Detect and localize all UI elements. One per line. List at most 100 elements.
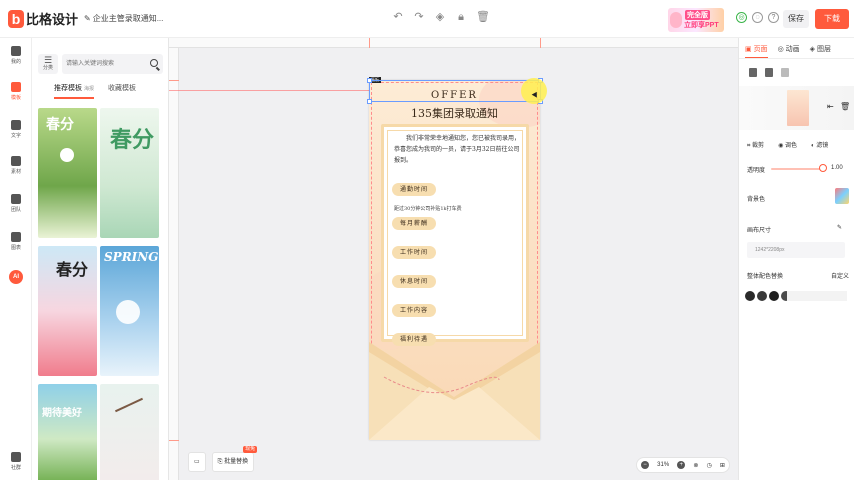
tab-favorites[interactable]: 收藏模板 bbox=[108, 83, 136, 99]
promo-banner[interactable]: 完全版 立即享PPT bbox=[668, 8, 724, 32]
delete-icon[interactable]: 🗑︎ bbox=[476, 11, 490, 23]
download-button[interactable]: 下载 bbox=[815, 9, 849, 29]
new-badge: 现免 bbox=[243, 446, 258, 453]
thumb-text: 春分 bbox=[56, 260, 89, 279]
color-adjust-button[interactable]: ◉ 调色 bbox=[778, 140, 797, 150]
tab-animation[interactable]: ◎ 动画 bbox=[778, 44, 800, 59]
offer-heading[interactable]: OFFER bbox=[369, 90, 540, 101]
rail-item-charts[interactable]: 图表 bbox=[0, 232, 32, 251]
rail-item-assets[interactable]: 素材 bbox=[0, 156, 32, 175]
document-title[interactable]: ✎ 企业主管录取通知... bbox=[84, 13, 163, 24]
tab-label: 动画 bbox=[785, 46, 800, 53]
app-logo[interactable]: b 比格设计 bbox=[8, 9, 78, 28]
text-icon bbox=[11, 120, 21, 130]
work-content-pill[interactable]: 工作内容 bbox=[392, 304, 437, 317]
crop-button[interactable]: ⌗ 裁剪 bbox=[747, 140, 764, 150]
color-swatch[interactable] bbox=[769, 291, 779, 301]
image-actions: ⌗ 裁剪 ◉ 调色 ◐ 滤镜 bbox=[747, 140, 828, 150]
rail-label: 图表 bbox=[10, 245, 21, 251]
template-icon bbox=[11, 82, 21, 92]
template-tabs: 推荐模板 海报 收藏模板 bbox=[54, 83, 136, 99]
delete-page-icon[interactable] bbox=[781, 68, 789, 77]
commute-pill[interactable]: 通勤时间 bbox=[392, 183, 437, 196]
template-thumb[interactable]: 春分 bbox=[100, 108, 159, 238]
color-swatch[interactable] bbox=[745, 291, 755, 301]
zoom-in-icon[interactable]: + bbox=[677, 461, 686, 469]
salary-pill[interactable]: 每月薪酬 bbox=[392, 217, 437, 230]
book-icon[interactable]: ▭ bbox=[188, 452, 206, 472]
background-label: 背景色 bbox=[747, 197, 766, 203]
ruler-top bbox=[169, 38, 738, 48]
fit-screen-icon[interactable]: ⊗ bbox=[693, 462, 698, 469]
ruler-marker bbox=[169, 80, 179, 81]
search-icon[interactable] bbox=[150, 59, 158, 67]
tab-label: 收藏模板 bbox=[107, 85, 136, 92]
guide-line bbox=[169, 90, 369, 91]
intro-paragraph[interactable]: 我们非常荣幸地通知您，您已被我司录用，恭喜您成为我司的一员，请于3月32日前往公… bbox=[394, 133, 522, 166]
thumb-text: SPRING bbox=[104, 250, 159, 264]
template-thumb[interactable] bbox=[100, 384, 159, 480]
trash-icon[interactable]: 🗑︎ bbox=[840, 102, 850, 111]
undo-icon[interactable]: ↶ bbox=[392, 11, 404, 23]
offer-card[interactable]: 我们非常荣幸地通知您，您已被我司录用，恭喜您成为我司的一员，请于3月32日前往公… bbox=[381, 124, 529, 346]
tab-layers[interactable]: ◈ 图层 bbox=[810, 44, 831, 59]
batch-replace-button[interactable]: ⎘ 批量替换 现免 bbox=[211, 446, 258, 472]
opacity-value[interactable]: 1.00 bbox=[831, 165, 843, 171]
logo-mark: b bbox=[8, 9, 24, 28]
rail-item-mine[interactable]: 我的 bbox=[0, 46, 32, 65]
poster-artboard[interactable]: OFFER 135集团录取通知 我们非常荣幸地通知您，您已被我司录用，恭喜您成为… bbox=[369, 80, 540, 440]
redo-icon[interactable]: ↷ bbox=[413, 11, 425, 23]
background-color-picker[interactable] bbox=[835, 188, 849, 204]
rest-time-pill[interactable]: 休息时间 bbox=[392, 275, 437, 288]
rail-item-templates[interactable]: 模板 bbox=[0, 82, 32, 101]
message-icon[interactable]: ◌ bbox=[752, 12, 763, 23]
properties-panel: ▣ 页面 ◎ 动画 ◈ 图层 ⇤ 🗑︎ ⌗ 裁剪 ◉ 调色 ◐ 滤镜 透明度 1… bbox=[738, 38, 854, 480]
edit-size-icon[interactable]: ✎ bbox=[837, 224, 842, 231]
zoom-out-icon[interactable]: − bbox=[641, 461, 650, 469]
zoom-bar: − 31% + ⊗ ◷ ⊞ bbox=[636, 457, 730, 473]
template-thumb[interactable]: 春分 bbox=[38, 246, 97, 376]
tab-recommended[interactable]: 推荐模板 海报 bbox=[54, 83, 94, 99]
tab-page[interactable]: ▣ 页面 bbox=[745, 44, 768, 59]
zoom-level[interactable]: 31% bbox=[657, 462, 669, 468]
rail-item-text[interactable]: 文字 bbox=[0, 120, 32, 139]
opacity-slider-handle[interactable] bbox=[819, 164, 827, 172]
opacity-slider[interactable] bbox=[771, 168, 821, 170]
rail-label: 文字 bbox=[10, 133, 21, 139]
new-page-icon[interactable] bbox=[749, 68, 757, 77]
help-icon[interactable]: ? bbox=[768, 12, 779, 23]
grid-icon[interactable]: ⊞ bbox=[720, 462, 725, 469]
template-thumb[interactable]: SPRING bbox=[100, 246, 159, 376]
copy-page-icon[interactable] bbox=[765, 68, 773, 77]
canvas-size-field[interactable]: 1242*2208px bbox=[747, 242, 845, 258]
sync-status-icon[interactable]: ◎ bbox=[736, 12, 747, 23]
save-button[interactable]: 保存 bbox=[783, 10, 809, 28]
filter-button[interactable]: ◐ 滤镜 bbox=[811, 140, 828, 150]
rail-label: 团队 bbox=[10, 207, 21, 213]
promo-mascot-icon bbox=[670, 12, 682, 28]
status-icons: ◎ ◌ ? bbox=[736, 12, 779, 23]
template-thumb[interactable]: 春分 bbox=[38, 108, 97, 238]
rail-label: 素材 bbox=[10, 169, 21, 175]
home-icon bbox=[11, 46, 21, 56]
work-time-pill[interactable]: 工作时间 bbox=[392, 246, 437, 259]
rail-item-ai[interactable]: AI bbox=[0, 270, 32, 284]
page-thumbnail[interactable] bbox=[787, 90, 809, 126]
notice-title[interactable]: 135集团录取通知 bbox=[369, 105, 540, 121]
custom-palette-link[interactable]: 自定义 bbox=[831, 271, 849, 280]
layers-icon[interactable]: ◈ bbox=[434, 11, 446, 23]
template-thumb[interactable]: 期待美好 bbox=[38, 384, 97, 480]
thumb-text: 春分 bbox=[110, 127, 155, 153]
envelope-illustration[interactable] bbox=[369, 342, 540, 440]
palette-strip[interactable] bbox=[787, 291, 847, 301]
rail-item-community[interactable]: 社群 bbox=[0, 452, 32, 471]
rail-item-team[interactable]: 团队 bbox=[0, 194, 32, 213]
category-button[interactable]: ☰ 分类 bbox=[38, 54, 58, 74]
lock-icon[interactable]: 🔒︎ bbox=[455, 11, 467, 23]
commute-text[interactable]: 距过30分钟公司补贴1k打车费 bbox=[394, 205, 462, 212]
search-input[interactable] bbox=[66, 57, 146, 71]
flip-icon[interactable]: ⇤ bbox=[827, 102, 834, 111]
color-swatch[interactable] bbox=[757, 291, 767, 301]
tab-label: 推荐模板 bbox=[54, 85, 82, 92]
history-icon[interactable]: ◷ bbox=[707, 462, 712, 469]
